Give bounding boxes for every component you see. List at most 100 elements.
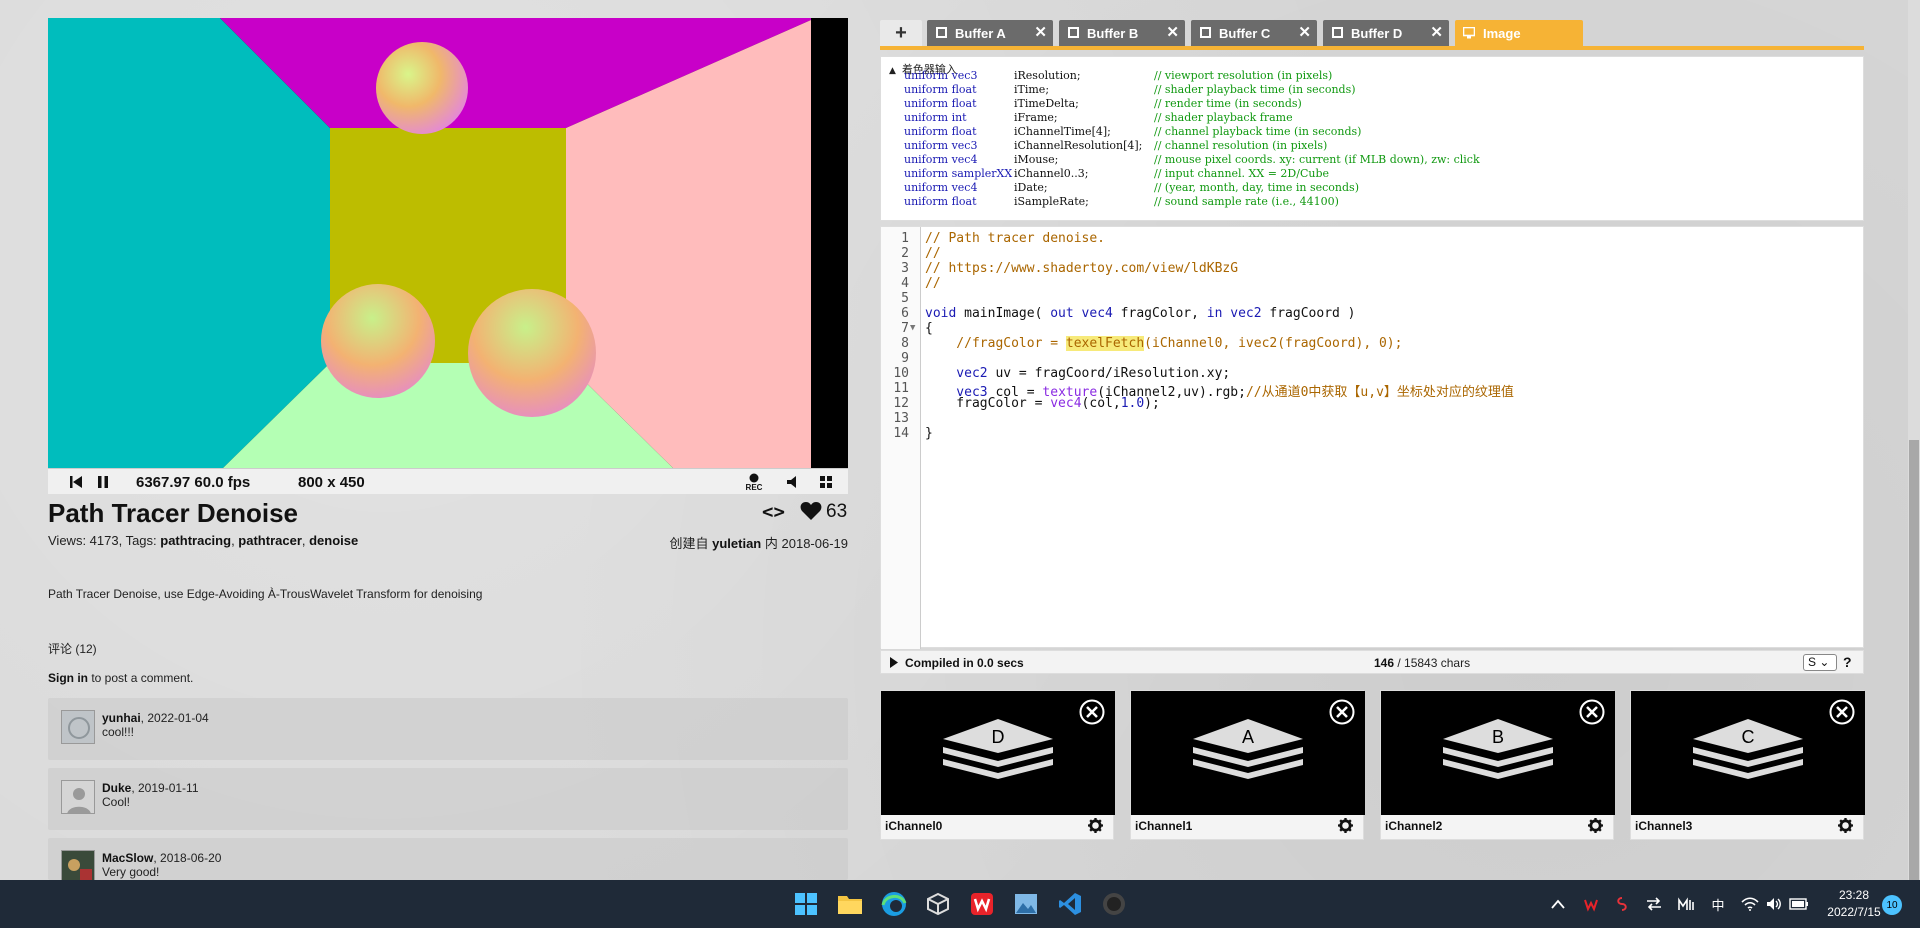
start-button[interactable] [792, 890, 820, 918]
tag-link[interactable]: denoise [309, 533, 358, 548]
clock-time[interactable]: 23:28 [1824, 888, 1884, 902]
tab-buffer-a[interactable]: Buffer A ✕ [927, 20, 1053, 46]
code-comment: //从通道0中获取【u,v】坐标处对应的纹理值 [1245, 385, 1514, 400]
pause-button[interactable] [93, 469, 113, 495]
checkbox-icon[interactable] [936, 27, 947, 38]
taskbar-photos[interactable] [1012, 890, 1040, 918]
avatar[interactable] [61, 710, 95, 744]
code-text: fragCoord ) [1261, 306, 1356, 321]
close-icon[interactable]: ✕ [1430, 23, 1443, 41]
tab-buffer-b[interactable]: Buffer B ✕ [1059, 20, 1185, 46]
tray-overflow-button[interactable] [1548, 894, 1568, 914]
compile-play-icon[interactable] [889, 656, 899, 669]
checkbox-icon[interactable] [1068, 27, 1079, 38]
rendered-scene [48, 18, 848, 468]
heart-icon[interactable] [800, 501, 822, 521]
code-line: // [925, 246, 941, 261]
code-line: } [925, 426, 933, 441]
signin-link[interactable]: Sign in [48, 671, 88, 685]
tray-wps[interactable] [1581, 894, 1601, 914]
gear-icon[interactable] [1088, 818, 1103, 833]
tray-media[interactable] [1676, 894, 1696, 914]
code-type: vec2 [1222, 306, 1262, 321]
close-icon[interactable] [1579, 699, 1605, 725]
comment-text: Cool! [102, 795, 131, 809]
close-icon[interactable] [1829, 699, 1855, 725]
taskbar-edge[interactable] [880, 890, 908, 918]
tray-wifi[interactable] [1740, 894, 1760, 914]
add-tab-button[interactable]: + [880, 20, 922, 46]
taskbar-app-circle[interactable] [1100, 890, 1128, 918]
tag-link[interactable]: pathtracer [238, 533, 302, 548]
avatar[interactable] [61, 850, 95, 884]
channel-slot-2[interactable]: B iChannel2 [1380, 690, 1615, 840]
comment-user[interactable]: MacSlow [102, 851, 153, 865]
close-icon[interactable]: ✕ [1166, 23, 1179, 41]
checkbox-icon[interactable] [1200, 27, 1211, 38]
fullscreen-button[interactable] [816, 469, 836, 495]
channel-letter: C [1742, 727, 1755, 747]
author-link[interactable]: yuletian [712, 536, 761, 551]
channel-slot-3[interactable]: C iChannel3 [1630, 690, 1865, 840]
checkbox-icon[interactable] [1332, 27, 1343, 38]
tag-link[interactable]: pathtracing [160, 533, 231, 548]
close-icon[interactable] [1079, 699, 1105, 725]
created-prefix: 创建自 [669, 536, 709, 551]
notification-badge[interactable]: 10 [1882, 895, 1902, 915]
line-number: 6 [901, 306, 909, 321]
gear-icon[interactable] [1588, 818, 1603, 833]
vscode-icon [1059, 893, 1081, 915]
volume-button[interactable] [783, 469, 803, 495]
chevron-up-icon [1551, 899, 1565, 909]
channel-label: iChannel2 [1385, 819, 1443, 833]
editor-status-bar: Compiled in 0.0 secs 146 / 15843 chars S… [880, 650, 1864, 674]
line-number: 12 [893, 396, 909, 411]
ime-indicator[interactable]: 中 [1708, 894, 1728, 914]
tray-volume[interactable] [1764, 894, 1784, 914]
tray-battery[interactable] [1788, 894, 1810, 914]
channel-slot-1[interactable]: A iChannel1 [1130, 690, 1365, 840]
tab-image[interactable]: Image [1455, 20, 1583, 46]
comment-user[interactable]: yunhai [102, 711, 141, 725]
code-toggle-icon[interactable]: <> [762, 501, 785, 523]
close-icon[interactable]: ✕ [1034, 23, 1047, 41]
code-highlight: texelFetch [1065, 336, 1145, 351]
taskbar-file-explorer[interactable] [836, 890, 864, 918]
comment-user[interactable]: Duke [102, 781, 131, 795]
gear-icon[interactable] [1838, 818, 1853, 833]
wifi-icon [1741, 897, 1759, 911]
font-size-select[interactable]: S ⌄ [1803, 654, 1837, 671]
fold-arrow-icon[interactable]: ▼ [910, 323, 915, 333]
code-editor[interactable]: 1 2 3 4 5 6 7 ▼ 8 9 10 11 12 13 14 // Pa… [880, 226, 1864, 649]
taskbar-app-cube[interactable] [924, 890, 952, 918]
channel-slot-0[interactable]: D iChannel0 [880, 690, 1115, 840]
clock-date[interactable]: 2022/7/15 [1816, 905, 1892, 919]
code-text: uv = fragCoord/iResolution.xy; [987, 366, 1231, 381]
taskbar-wps[interactable] [968, 890, 996, 918]
code-keyword: void [925, 306, 957, 321]
tab-buffer-c[interactable]: Buffer C ✕ [1191, 20, 1317, 46]
gear-icon[interactable] [1338, 818, 1353, 833]
taskbar: 中 23:28 2022/7/15 10 [0, 880, 1920, 928]
record-icon [749, 473, 759, 482]
page-title: Path Tracer Denoise [48, 498, 298, 528]
cube-icon [927, 892, 949, 916]
tray-sync[interactable] [1644, 894, 1664, 914]
sync-arrows-icon [1647, 897, 1661, 911]
close-icon[interactable] [1329, 699, 1355, 725]
scrollbar-thumb[interactable] [1909, 440, 1919, 880]
comment-date: , 2018-06-20 [153, 851, 222, 865]
line-number: 9 [901, 351, 909, 366]
rewind-button[interactable] [66, 469, 86, 495]
tab-buffer-d[interactable]: Buffer D ✕ [1323, 20, 1449, 46]
shader-description: Path Tracer Denoise, use Edge-Avoiding À… [48, 587, 483, 601]
tray-app[interactable] [1612, 894, 1632, 914]
avatar[interactable] [61, 780, 95, 814]
tab-label: Buffer C [1219, 26, 1271, 41]
close-icon[interactable]: ✕ [1298, 23, 1311, 41]
record-button[interactable]: REC [742, 469, 766, 495]
help-button[interactable]: ? [1843, 654, 1852, 670]
shader-viewport[interactable] [48, 18, 848, 468]
uniform-name: iSampleRate; [1014, 195, 1089, 208]
taskbar-vscode[interactable] [1056, 890, 1084, 918]
